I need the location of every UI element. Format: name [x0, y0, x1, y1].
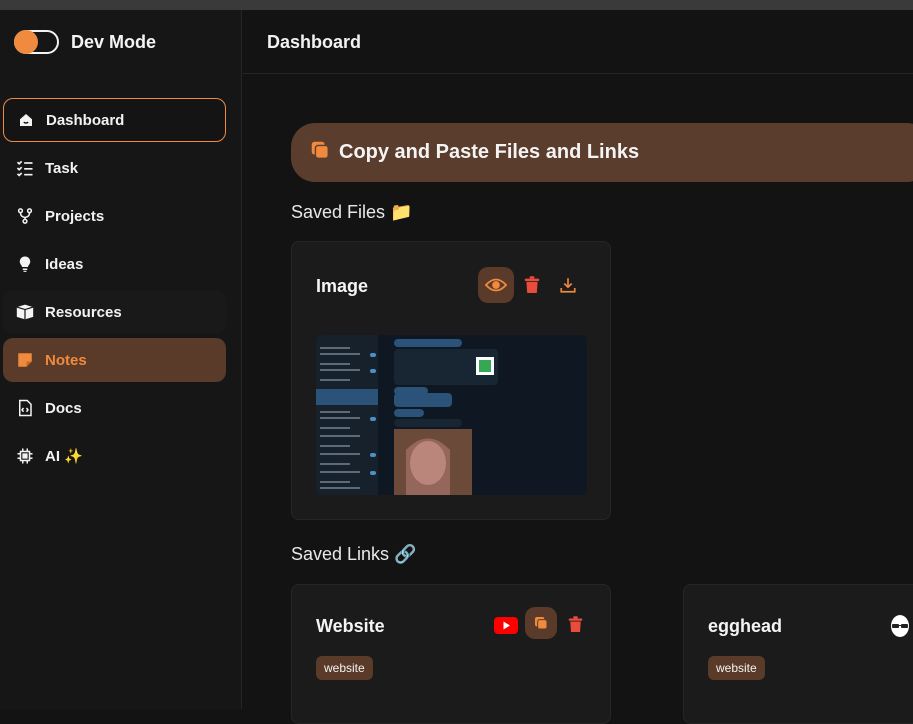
egghead-button[interactable] [882, 607, 913, 643]
box-icon [15, 302, 35, 322]
sidebar-item-label: Ideas [45, 255, 84, 273]
download-icon [560, 278, 576, 293]
sidebar-item-label: Dashboard [46, 111, 125, 129]
link-tag: website [316, 656, 373, 680]
file-code-icon [15, 398, 35, 418]
sidebar-item-notes[interactable]: Notes [3, 338, 226, 382]
brand[interactable]: Dev Mode [14, 30, 156, 54]
lightbulb-icon [15, 254, 35, 274]
sidebar-item-resources[interactable]: Resources [3, 290, 226, 334]
home-icon [16, 110, 36, 130]
youtube-button[interactable] [488, 607, 524, 643]
link-card: egghead website [683, 584, 913, 724]
delete-button[interactable] [514, 267, 550, 303]
toggle-knob [14, 30, 38, 54]
image-preview[interactable] [316, 335, 587, 495]
checklist-icon [15, 158, 35, 178]
copy-icon [309, 139, 331, 166]
file-card: Image [291, 241, 611, 520]
copy-paste-banner: Copy and Paste Files and Links [291, 123, 913, 182]
sidebar-item-label: Docs [45, 399, 82, 417]
link-tag: website [708, 656, 765, 680]
branch-icon [15, 206, 35, 226]
page-header: Dashboard [243, 10, 913, 74]
sidebar: Dev Mode Dashboard Task Projects Ideas R… [0, 10, 242, 709]
page-title: Dashboard [267, 32, 362, 52]
dev-mode-toggle[interactable] [14, 30, 59, 54]
window-top-bar [0, 0, 913, 10]
sidebar-item-label: Resources [45, 303, 122, 321]
sidebar-item-label: Projects [45, 207, 105, 225]
trash-icon [524, 276, 540, 293]
sidebar-item-docs[interactable]: Docs [3, 386, 226, 430]
youtube-icon [494, 616, 518, 634]
copy-icon [535, 617, 548, 630]
saved-links-heading: Saved Links 🔗 [291, 544, 417, 564]
trash-icon [568, 615, 582, 632]
sidebar-item-dashboard[interactable]: Dashboard [3, 98, 226, 142]
sidebar-item-label: AI ✨ [45, 448, 83, 465]
file-card-title: Image [316, 276, 369, 296]
link-card-title: Website [316, 616, 385, 636]
sidebar-item-projects[interactable]: Projects [3, 194, 226, 238]
sidebar-item-task[interactable]: Task [3, 146, 226, 190]
note-icon [15, 350, 35, 370]
link-card-title: egghead [708, 616, 783, 636]
saved-files-heading: Saved Files 📁 [291, 202, 413, 222]
delete-link-button[interactable] [558, 607, 592, 641]
link-card: Website website [291, 584, 611, 724]
eye-icon [485, 278, 507, 292]
sidebar-item-label: Notes [45, 351, 87, 369]
view-button[interactable] [478, 267, 514, 303]
egghead-icon [891, 615, 909, 637]
chip-icon [15, 446, 35, 466]
app-name: Dev Mode [71, 31, 157, 52]
copy-link-button[interactable] [525, 607, 557, 639]
sidebar-item-ai[interactable]: AI ✨ [3, 434, 226, 478]
sidebar-item-ideas[interactable]: Ideas [3, 242, 226, 286]
download-button[interactable] [550, 267, 586, 303]
banner-title: Copy and Paste Files and Links [339, 141, 640, 163]
sidebar-nav: Dashboard Task Projects Ideas Resources [3, 98, 226, 482]
sidebar-item-label: Task [45, 159, 79, 177]
